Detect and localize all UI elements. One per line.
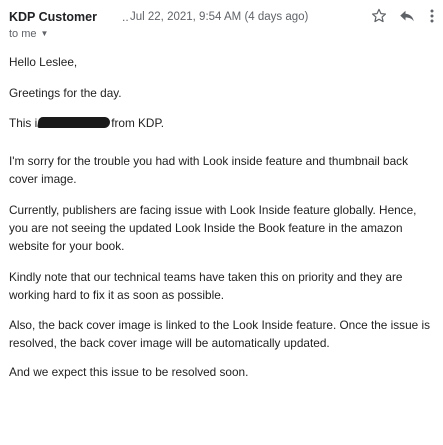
- technical-team-paragraph: Kindly note that our technical teams hav…: [9, 270, 403, 302]
- recipient-dropdown[interactable]: to me ▼: [9, 28, 48, 40]
- recipient-label: to me: [9, 28, 37, 40]
- email-message-view: KDP Customer .. Jul 22, 2021, 9:54 AM (4…: [0, 0, 443, 445]
- resolution-expectation-line: And we expect this issue to be resolved …: [9, 365, 249, 379]
- intro-prefix: This i: [9, 116, 38, 130]
- star-outline-icon: [371, 8, 387, 23]
- intro-line: This i from KDP.: [9, 114, 437, 132]
- reply-button[interactable]: [398, 8, 416, 24]
- back-cover-paragraph: Also, the back cover image is linked to …: [9, 318, 430, 350]
- greeting-line: Hello Leslee,: [9, 55, 78, 69]
- intro-suffix: from KDP.: [111, 116, 165, 130]
- caret-down-icon: ▼: [40, 29, 49, 38]
- star-button[interactable]: [370, 7, 388, 25]
- reply-arrow-icon: [400, 10, 414, 22]
- apology-paragraph: I'm sorry for the trouble you had with L…: [9, 154, 408, 186]
- sender-truncation: ..: [122, 10, 129, 24]
- email-date: Jul 22, 2021, 9:54 AM (4 days ago): [130, 11, 309, 23]
- sender-name[interactable]: KDP Customer: [9, 10, 97, 24]
- vertical-dots-icon: [430, 9, 434, 23]
- greetings-for-day-line: Greetings for the day.: [9, 86, 122, 100]
- email-header: KDP Customer .. Jul 22, 2021, 9:54 AM (4…: [9, 6, 435, 40]
- redaction-mark: [37, 117, 111, 128]
- more-options-button[interactable]: [428, 8, 436, 24]
- current-issue-paragraph: Currently, publishers are facing issue w…: [9, 203, 417, 253]
